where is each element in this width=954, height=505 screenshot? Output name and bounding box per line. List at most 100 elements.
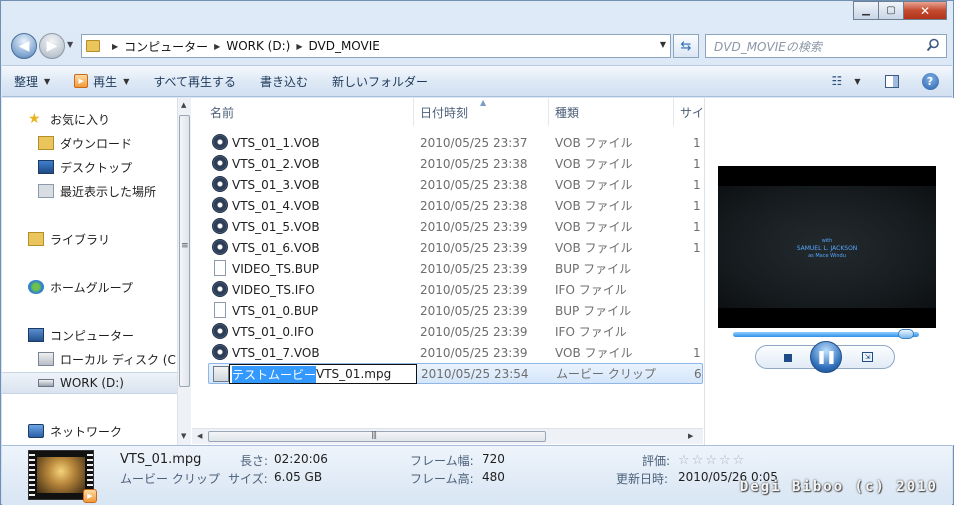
computer-icon (28, 328, 44, 342)
frame-width-value[interactable]: 720 (482, 452, 505, 466)
search-input[interactable]: DVD_MOVIEの検索 (705, 34, 947, 58)
breadcrumb-chevron-icon[interactable]: ▶ (112, 42, 118, 51)
burn-button[interactable]: 書き込む (248, 69, 320, 93)
breadcrumb-computer[interactable]: コンピューター (124, 38, 208, 55)
rating-stars[interactable]: ☆☆☆☆☆ (678, 453, 746, 468)
address-row: ◀ ▶ ▼ ▶ コンピューター ▶ WORK (D:) ▶ DVD_MOVIE … (9, 31, 947, 61)
seek-bar[interactable] (733, 332, 919, 337)
new-folder-button[interactable]: 新しいフォルダー (320, 69, 440, 93)
credit-role: as Mace Windu (808, 253, 846, 259)
file-type: VOB ファイル (555, 199, 633, 213)
nav-item-network[interactable]: ネットワーク (28, 420, 122, 442)
nav-item-work-drive[interactable]: WORK (D:) (2, 372, 177, 394)
rename-input[interactable]: テストムービー VTS_01.mpg (229, 364, 417, 384)
help-button[interactable]: ? (918, 70, 942, 92)
fullscreen-icon[interactable]: ⇲ (862, 352, 873, 362)
preview-pane-button[interactable] (880, 70, 904, 92)
seek-handle[interactable] (897, 329, 914, 339)
file-type: VOB ファイル (555, 178, 633, 192)
play-icon: ▶ (74, 74, 89, 88)
scroll-right-icon[interactable]: ▶ (688, 432, 693, 440)
minimize-button[interactable]: ▁ (853, 1, 879, 20)
search-icon[interactable] (926, 38, 940, 52)
file-name: VTS_01_1.VOB (232, 135, 320, 150)
file-date: 2010/05/25 23:39 (420, 240, 528, 255)
close-button[interactable]: ✕ (903, 1, 947, 20)
chevron-down-icon: ▼ (854, 76, 861, 86)
scrollbar-thumb[interactable] (208, 430, 546, 442)
breadcrumb-work-drive[interactable]: WORK (D:) (226, 39, 290, 53)
file-list: 名前 日付時刻 ▲ 種類 サイ VTS_01_1.VOB 2010/05/25 2… (192, 98, 703, 445)
scroll-up-icon[interactable]: ▲ (181, 101, 186, 109)
stop-icon[interactable] (784, 354, 792, 362)
column-header-size[interactable]: サイ (674, 98, 703, 126)
file-date: 2010/05/25 23:38 (420, 198, 528, 213)
file-type: IFO ファイル (555, 325, 627, 339)
nav-item-homegroup[interactable]: ホームグループ (28, 276, 133, 298)
length-label: 長さ: (240, 454, 269, 468)
table-row[interactable]: VIDEO_TS.BUP 2010/05/25 23:39 BUP ファイル (192, 258, 703, 279)
nav-item-computer[interactable]: コンピューター (28, 324, 134, 346)
column-header-type[interactable]: 種類 (549, 98, 674, 126)
help-icon: ? (921, 72, 939, 90)
table-row[interactable]: VIDEO_TS.IFO 2010/05/25 23:39 IFO ファイル (192, 279, 703, 300)
file-type: VOB ファイル (555, 241, 633, 255)
file-date: 2010/05/25 23:39 (420, 219, 528, 234)
breadcrumb-chevron-icon[interactable]: ▶ (296, 42, 302, 51)
pause-button[interactable]: ❚❚ (810, 341, 842, 373)
nav-item-libraries[interactable]: ライブラリ (28, 228, 110, 250)
table-row[interactable]: VTS_01_6.VOB 2010/05/25 23:39 VOB ファイル 1 (192, 237, 703, 258)
maximize-button[interactable]: ▢ (878, 1, 904, 20)
scroll-down-icon[interactable]: ▼ (181, 432, 186, 440)
nav-item-local-disk[interactable]: ローカル ディスク (C (38, 348, 176, 370)
column-header-name[interactable]: 名前 (192, 98, 414, 126)
length-value[interactable]: 02:20:06 (274, 452, 328, 466)
nav-item-downloads[interactable]: ダウンロード (38, 132, 132, 154)
chevron-down-icon: ▼ (123, 76, 130, 86)
address-bar[interactable]: ▶ コンピューター ▶ WORK (D:) ▶ DVD_MOVIE ▼ (81, 34, 671, 58)
nav-item-desktop[interactable]: デスクトップ (38, 156, 132, 178)
view-options-button[interactable]: ☷ ▼ (832, 70, 861, 92)
dvd-icon (212, 323, 228, 339)
table-row[interactable]: VTS_01_0.IFO 2010/05/25 23:39 IFO ファイル (192, 321, 703, 342)
video-preview[interactable]: with SAMUEL L. JACKSON as Mace Windu (718, 166, 936, 328)
file-type: BUP ファイル (555, 262, 632, 276)
dvd-icon (212, 239, 228, 255)
table-row[interactable]: VTS_01_2.VOB 2010/05/25 23:38 VOB ファイル 1 (192, 153, 703, 174)
size-value[interactable]: 6.05 GB (274, 470, 322, 484)
table-row[interactable]: VTS_01_7.VOB 2010/05/25 23:39 VOB ファイル 1 (192, 342, 703, 363)
file-type: IFO ファイル (555, 283, 627, 297)
recent-pages-dropdown-icon[interactable]: ▼ (67, 40, 73, 49)
watermark: Degi Biboo (c) 2010 (739, 479, 938, 495)
frame-height-value[interactable]: 480 (482, 470, 505, 484)
table-row[interactable]: VTS_01_4.VOB 2010/05/25 23:38 VOB ファイル 1 (192, 195, 703, 216)
nav-item-label: ネットワーク (50, 424, 123, 439)
dvd-icon (212, 134, 228, 150)
breadcrumb-dvd-movie[interactable]: DVD_MOVIE (308, 39, 379, 53)
file-date: 2010/05/25 23:37 (420, 135, 528, 150)
table-row[interactable]: VTS_01_3.VOB 2010/05/25 23:38 VOB ファイル 1 (192, 174, 703, 195)
scroll-left-icon[interactable]: ◀ (197, 432, 202, 440)
file-name: VTS_01_7.VOB (232, 345, 320, 360)
address-dropdown-icon[interactable]: ▼ (660, 40, 666, 49)
table-row-selected[interactable]: テストムービー VTS_01.mpg 2010/05/25 23:54 ムービー … (208, 363, 703, 384)
horizontal-scrollbar[interactable]: ◀ ▶ (192, 428, 703, 444)
play-button[interactable]: ▶ 再生 ▼ (62, 69, 141, 93)
back-button[interactable]: ◀ (11, 33, 37, 59)
breadcrumb-chevron-icon[interactable]: ▶ (214, 42, 220, 51)
play-all-button[interactable]: すべて再生する (141, 69, 248, 93)
navigation-scrollbar[interactable]: ▲ ▼ (177, 98, 191, 445)
file-size: 6 (694, 366, 702, 381)
dvd-icon (212, 176, 228, 192)
recent-places-icon (38, 184, 54, 198)
table-row[interactable]: VTS_01_1.VOB 2010/05/25 23:37 VOB ファイル 1 (192, 132, 703, 153)
nav-item-recent[interactable]: 最近表示した場所 (38, 180, 156, 202)
table-row[interactable]: VTS_01_0.BUP 2010/05/25 23:39 BUP ファイル (192, 300, 703, 321)
forward-button[interactable]: ▶ (39, 33, 65, 59)
refresh-button[interactable]: ⇆ (673, 34, 699, 58)
nav-item-favorites[interactable]: ★ お気に入り (28, 108, 110, 130)
scrollbar-thumb[interactable] (179, 115, 190, 387)
details-filetype: ムービー クリップ (120, 472, 220, 486)
table-row[interactable]: VTS_01_5.VOB 2010/05/25 23:39 VOB ファイル 1 (192, 216, 703, 237)
organize-button[interactable]: 整理 ▼ (2, 69, 62, 93)
